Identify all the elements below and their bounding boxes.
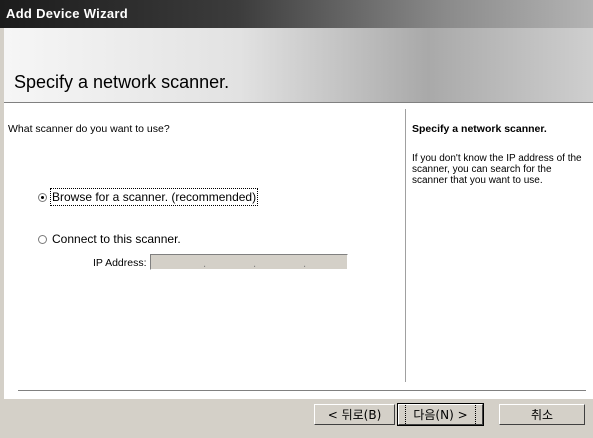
browse-option[interactable]: Browse for a scanner. (recommended) [38,188,259,206]
add-device-wizard-window: Add Device Wizard Specify a network scan… [0,0,593,438]
browse-option-label: Browse for a scanner. (recommended) [49,188,259,206]
side-panel-description: If you don't know the IP address of the … [412,153,582,186]
side-panel-title: Specify a network scanner. [412,123,547,135]
wizard-header: Specify a network scanner. [4,28,593,103]
back-button[interactable]: < 뒤로(B) [314,404,395,425]
connect-radio[interactable] [38,234,47,244]
back-button-label: < 뒤로(B) [327,408,382,422]
ip-address-label: IP Address: [93,257,147,269]
connect-option-label: Connect to this scanner. [52,232,181,246]
wizard-content: What scanner do you want to use? Browse … [4,103,593,399]
ip-dot-2: . [253,259,257,270]
header-title: Specify a network scanner. [14,72,230,92]
cancel-button[interactable]: 취소 [499,404,585,425]
ip-dot-1: . [203,259,207,270]
next-button[interactable]: 다음(N) > [397,403,484,426]
browse-radio[interactable] [38,192,47,202]
title-bar[interactable]: Add Device Wizard [0,0,593,28]
ip-address-input: . . . [150,254,348,270]
content-divider [405,109,406,382]
window-title: Add Device Wizard [6,6,129,21]
next-button-label: 다음(N) > [405,403,476,426]
cancel-button-label: 취소 [530,408,554,422]
question-label: What scanner do you want to use? [8,123,170,135]
ip-dot-3: . [303,259,307,270]
connect-option[interactable]: Connect to this scanner. [38,232,181,246]
button-divider [18,390,586,392]
